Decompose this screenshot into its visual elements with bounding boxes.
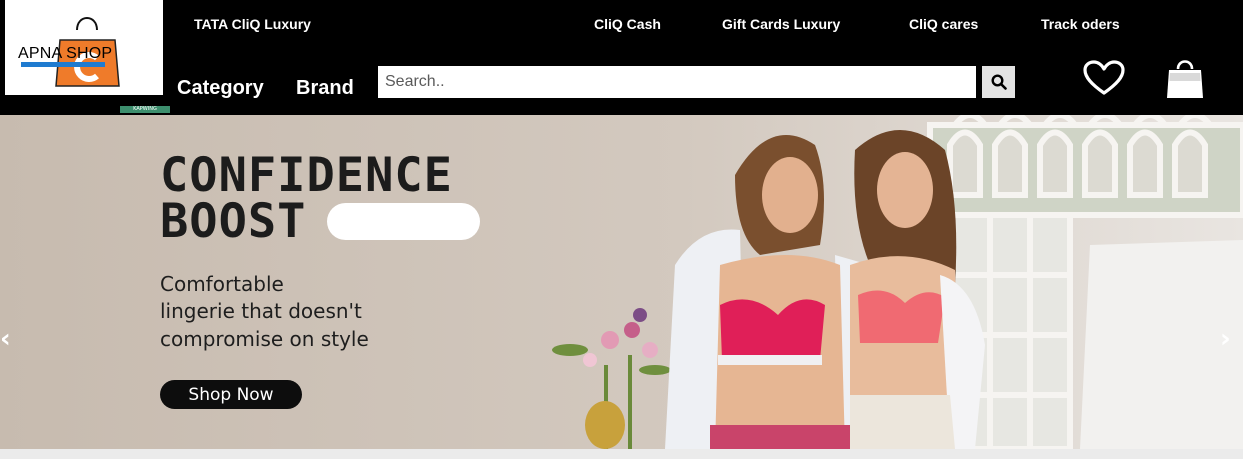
site-header: APNA SHOP KAPWING TATA CliQ Luxury CliQ … (0, 0, 1243, 115)
carousel-prev-arrow-icon[interactable]: ‹ (0, 324, 11, 354)
search-input[interactable] (378, 66, 976, 98)
nav-link-cliq-cash[interactable]: CliQ Cash (594, 16, 661, 32)
banner-subtext-line2: lingerie that doesn't (160, 299, 362, 323)
logo-text: APNA SHOP (18, 45, 113, 62)
logo[interactable]: APNA SHOP (5, 0, 163, 95)
nav-link-cliq-cares[interactable]: CliQ cares (909, 16, 978, 32)
banner-subtext-line1: Comfortable (160, 272, 284, 296)
nav-link-track-orders[interactable]: Track oders (1041, 16, 1120, 32)
shop-now-button[interactable]: Shop Now (160, 380, 302, 409)
wishlist-button[interactable] (1082, 58, 1126, 98)
banner-subtext-line3: compromise on style (160, 327, 369, 351)
nav-link-tata-cliq-luxury[interactable]: TATA CliQ Luxury (194, 16, 311, 32)
watermark-badge: KAPWING (120, 106, 170, 113)
headline-highlight-pill (327, 203, 480, 240)
search-button[interactable] (982, 66, 1015, 98)
nav-brand[interactable]: Brand (296, 77, 354, 100)
cart-button[interactable] (1162, 56, 1208, 100)
carousel-next-arrow-icon[interactable]: › (1220, 324, 1231, 354)
shopping-bag-icon (1167, 60, 1203, 98)
banner-bottom-strip (0, 449, 1243, 459)
nav-category[interactable]: Category (177, 77, 264, 100)
search-icon (990, 74, 1007, 90)
heart-icon (1083, 60, 1125, 95)
nav-link-gift-cards-luxury[interactable]: Gift Cards Luxury (722, 16, 840, 32)
banner-headline-line2: BOOST (160, 194, 307, 249)
